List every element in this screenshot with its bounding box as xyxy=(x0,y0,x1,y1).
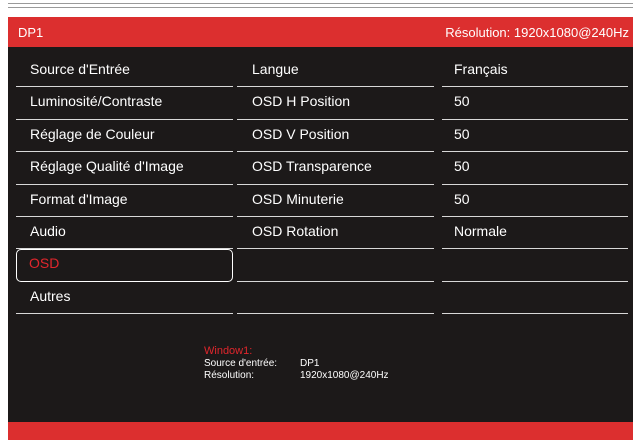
submenu: Langue OSD H Position OSD V Position OSD… xyxy=(237,55,434,315)
window-info-resolution-value: 1920x1080@240Hz xyxy=(300,370,389,381)
submenu-item-empty xyxy=(237,249,434,282)
main-menu: Source d'Entrée Luminosité/Contraste Rég… xyxy=(16,55,233,315)
submenu-item-language[interactable]: Langue xyxy=(237,55,434,88)
window-info-source-label: Source d'entrée: xyxy=(204,358,278,369)
value-empty xyxy=(442,282,628,315)
value-label: Normale xyxy=(454,222,507,239)
value-osd-h-position[interactable]: 50 xyxy=(442,87,628,120)
submenu-item-osd-v-position[interactable]: OSD V Position xyxy=(237,120,434,153)
window-info-source-value: DP1 xyxy=(300,358,320,369)
submenu-item-osd-h-position[interactable]: OSD H Position xyxy=(237,87,434,120)
value-osd-timer[interactable]: 50 xyxy=(442,185,628,217)
value-label: 50 xyxy=(454,125,470,142)
top-border-line xyxy=(8,7,633,8)
menu-item-label: Format d'Image xyxy=(30,190,128,207)
top-border-line xyxy=(8,3,633,4)
value-column: Français 50 50 50 50 Normale xyxy=(442,55,628,315)
submenu-item-label: OSD H Position xyxy=(252,93,351,110)
submenu-item-osd-rotation[interactable]: OSD Rotation xyxy=(237,217,434,250)
submenu-item-osd-transparency[interactable]: OSD Transparence xyxy=(237,152,434,185)
menu-item-image-format[interactable]: Format d'Image xyxy=(16,185,233,217)
submenu-item-osd-timer[interactable]: OSD Minuterie xyxy=(237,185,434,217)
menu-item-audio[interactable]: Audio xyxy=(16,217,233,250)
value-label: 50 xyxy=(454,158,470,175)
value-label: 50 xyxy=(454,190,470,207)
value-language[interactable]: Français xyxy=(442,55,628,88)
resolution-label: Résolution: 1920x1080@240Hz xyxy=(445,25,629,40)
submenu-item-label: OSD Rotation xyxy=(252,222,339,239)
value-osd-v-position[interactable]: 50 xyxy=(442,120,628,153)
menu-item-label: Autres xyxy=(30,287,71,304)
window-info-title: Window1: xyxy=(204,345,253,357)
menu-item-color[interactable]: Réglage de Couleur xyxy=(16,120,233,153)
window-info-resolution-row: Résolution: 1920x1080@240Hz xyxy=(204,370,389,382)
value-label: Français xyxy=(454,61,508,77)
menu-item-label: Luminosité/Contraste xyxy=(30,93,163,110)
menu-item-label: Source d'Entrée xyxy=(30,61,130,77)
menu-item-label: OSD xyxy=(29,255,60,272)
submenu-item-label: OSD Minuterie xyxy=(252,190,344,207)
value-empty xyxy=(442,249,628,282)
submenu-item-label: OSD V Position xyxy=(252,125,350,142)
osd-footer-bar xyxy=(8,422,633,440)
menu-item-label: Réglage Qualité d'Image xyxy=(30,158,184,175)
submenu-item-empty xyxy=(237,282,434,315)
menu-item-other[interactable]: Autres xyxy=(16,282,233,315)
value-osd-rotation[interactable]: Normale xyxy=(442,217,628,250)
menu-item-source[interactable]: Source d'Entrée xyxy=(16,55,233,88)
osd-header: DP1 Résolution: 1920x1080@240Hz xyxy=(8,17,633,47)
menu-item-osd[interactable]: OSD xyxy=(16,249,233,282)
window-info: Window1: Source d'entrée: DP1 Résolution:… xyxy=(204,345,389,382)
menu-item-label: Audio xyxy=(30,222,66,239)
window-info-source-row: Source d'entrée: DP1 xyxy=(204,358,389,370)
value-label: 50 xyxy=(454,93,470,110)
input-source-label: DP1 xyxy=(18,25,44,40)
submenu-item-label: OSD Transparence xyxy=(252,158,372,175)
window-info-resolution-label: Résolution: xyxy=(204,370,255,381)
submenu-item-label: Langue xyxy=(252,61,299,77)
menu-item-image-quality[interactable]: Réglage Qualité d'Image xyxy=(16,152,233,185)
osd-panel: DP1 Résolution: 1920x1080@240Hz Source d… xyxy=(8,17,633,422)
value-osd-transparency[interactable]: 50 xyxy=(442,152,628,185)
menu-item-brightness-contrast[interactable]: Luminosité/Contraste xyxy=(16,87,233,120)
menu-item-label: Réglage de Couleur xyxy=(30,125,155,142)
